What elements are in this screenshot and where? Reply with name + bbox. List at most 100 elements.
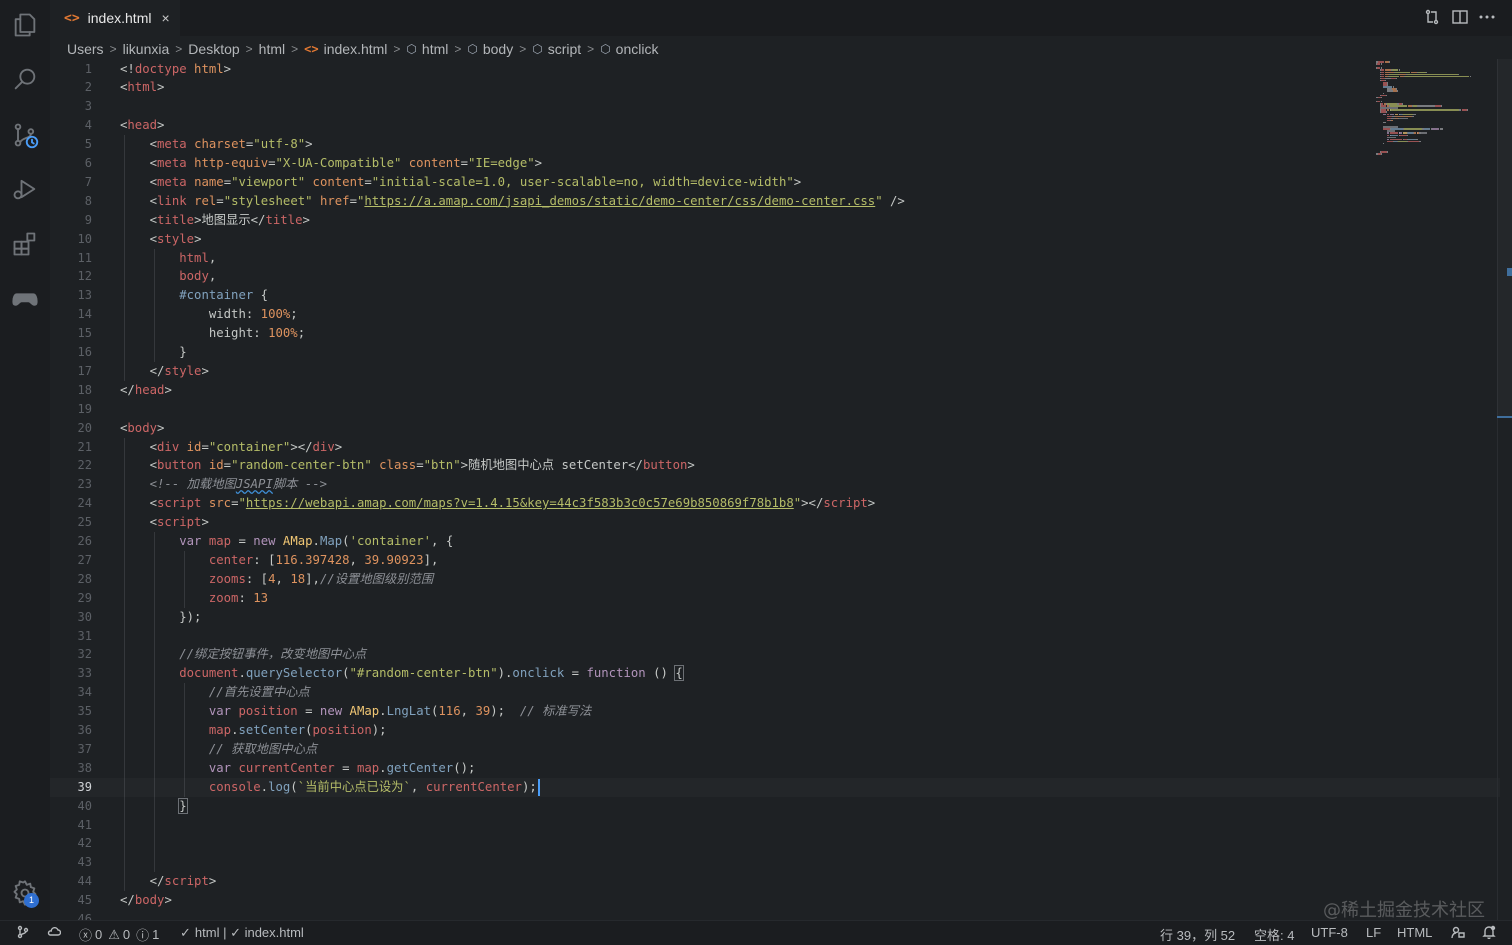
code-text: <button id="random-center-btn" class="bt… [120, 458, 695, 473]
code-line[interactable]: 14 width: 100%; [50, 305, 1500, 324]
more-actions-icon[interactable] [1478, 8, 1498, 28]
code-line[interactable]: 40 } [50, 797, 1500, 816]
code-line[interactable]: 37 // 获取地图中心点 [50, 740, 1500, 759]
language-status[interactable]: ✓ html | ✓ index.html [180, 925, 304, 941]
minimap-token [1388, 61, 1390, 63]
activity-bar: 1 [0, 0, 50, 920]
breadcrumb-item-likunxia[interactable]: likunxia [123, 41, 170, 57]
line-number: 15 [77, 326, 92, 341]
indentation[interactable]: 空格: 4 [1254, 925, 1294, 944]
git-branch-icon[interactable] [16, 925, 30, 939]
code-line[interactable]: 44 </script> [50, 872, 1500, 891]
notifications-bell-icon[interactable] [1482, 925, 1496, 939]
line-number: 44 [77, 874, 92, 889]
code-line[interactable]: 21 <div id="container"></div> [50, 438, 1500, 457]
code-line[interactable]: 24 <script src="https://webapi.amap.com/… [50, 494, 1500, 513]
end-of-line[interactable]: LF [1366, 925, 1381, 940]
code-line[interactable]: 1 <!doctype html> [50, 60, 1500, 79]
minimap-token [1383, 142, 1385, 145]
breadcrumb-item-onclick[interactable]: onclick [616, 41, 659, 57]
minimap-token [1423, 128, 1430, 130]
code-line[interactable]: 8 <link rel="stylesheet" href="https://a… [50, 192, 1500, 211]
code-line[interactable]: 27 center: [116.397428, 39.90923], [50, 551, 1500, 570]
code-line[interactable]: 39 console.log(`当前中心点已设为`, currentCenter… [50, 778, 1500, 797]
tab-index-html[interactable]: <> index.html × [50, 0, 180, 36]
code-line[interactable]: 2 <html> [50, 78, 1500, 97]
code-line[interactable]: 33 document.querySelector("#random-cente… [50, 664, 1500, 683]
language-mode[interactable]: HTML [1397, 925, 1432, 940]
breadcrumb-separator: > [393, 42, 401, 56]
gamepad-icon[interactable] [10, 284, 40, 314]
code-line[interactable]: 35 var position = new AMap.LngLat(116, 3… [50, 702, 1500, 721]
code-text: <meta charset="utf-8"> [120, 137, 313, 152]
code-editor[interactable]: 1 <!doctype html> 2 <html> 3 4 <head> 5 <meta c… [50, 59, 1500, 921]
code-line[interactable]: 13 #container { [50, 286, 1500, 305]
breadcrumb-item-desktop[interactable]: Desktop [188, 41, 239, 57]
code-line[interactable]: 11 html, [50, 249, 1500, 268]
code-line[interactable]: 22 <button id="random-center-btn" class=… [50, 456, 1500, 475]
code-line[interactable]: 16 } [50, 343, 1500, 362]
code-text: }); [120, 609, 202, 624]
source-control-icon[interactable] [10, 120, 40, 150]
breadcrumb-item-html-element[interactable]: html [422, 41, 448, 57]
code-line[interactable]: 46 [50, 910, 1500, 920]
info-icon: ⓘ [136, 928, 150, 943]
code-line[interactable]: 36 map.setCenter(position); [50, 721, 1500, 740]
feedback-icon[interactable] [1451, 925, 1465, 939]
code-line[interactable]: 32 //绑定按钮事件，改变地图中心点 [50, 645, 1500, 664]
minimap[interactable] [1372, 59, 1498, 169]
problems-summary[interactable]: ⓧ 0 ⚠ 0 ⓘ 1 [79, 925, 159, 944]
breadcrumb-separator: > [291, 42, 299, 56]
code-line[interactable]: 4 <head> [50, 116, 1500, 135]
minimap-token [1385, 94, 1387, 97]
code-line[interactable]: 18 </head> [50, 381, 1500, 400]
code-text: console.log(`当前中心点已设为`, currentCenter); [208, 779, 537, 794]
minimap-token [1383, 113, 1386, 116]
code-line[interactable]: 6 <meta http-equiv="X-UA-Compatible" con… [50, 154, 1500, 173]
code-line[interactable]: 38 var currentCenter = map.getCenter(); [50, 759, 1500, 778]
code-line[interactable]: 10 <style> [50, 230, 1500, 249]
code-line[interactable]: 15 height: 100%; [50, 324, 1500, 343]
breadcrumb-item-index-html[interactable]: index.html [324, 41, 388, 57]
breadcrumb-item-script[interactable]: script [548, 41, 581, 57]
extensions-icon[interactable] [10, 229, 40, 259]
code-line[interactable]: 26 var map = new AMap.Map('container', { [50, 532, 1500, 551]
code-line[interactable]: 45 </body> [50, 891, 1500, 910]
code-line[interactable]: 5 <meta charset="utf-8"> [50, 135, 1500, 154]
code-line[interactable]: 30 }); [50, 608, 1500, 627]
breadcrumb-item-body[interactable]: body [483, 41, 513, 57]
line-number: 10 [77, 231, 92, 246]
code-line[interactable]: 7 <meta name="viewport" content="initial… [50, 173, 1500, 192]
code-line[interactable]: 20 <body> [50, 419, 1500, 438]
scrollbar-thumb[interactable] [1497, 59, 1512, 417]
sync-cloud-icon[interactable] [47, 925, 61, 939]
search-icon[interactable] [10, 64, 40, 94]
code-line[interactable]: 29 zoom: 13 [50, 589, 1500, 608]
code-line[interactable]: 34 //首先设置中心点 [50, 683, 1500, 702]
code-line[interactable]: 42 [50, 834, 1500, 853]
code-line[interactable]: 12 body, [50, 267, 1500, 286]
minimap-token [1440, 105, 1442, 107]
code-text: html, [179, 250, 217, 265]
code-line[interactable]: 31 [50, 627, 1500, 646]
split-editor-icon[interactable] [1451, 8, 1471, 28]
code-line[interactable]: 25 <script> [50, 513, 1500, 532]
code-line[interactable]: 9 <title>地图显示</title> [50, 211, 1500, 230]
run-debug-icon[interactable] [10, 174, 40, 204]
code-line[interactable]: 3 [50, 97, 1500, 116]
code-line[interactable]: 17 </style> [50, 362, 1500, 381]
breadcrumb-item-html-folder[interactable]: html [259, 41, 285, 57]
code-text: height: 100%; [120, 326, 306, 341]
encoding[interactable]: UTF-8 [1311, 925, 1348, 940]
compare-changes-icon[interactable] [1423, 8, 1443, 28]
explorer-icon[interactable] [10, 10, 40, 40]
code-line[interactable]: 19 [50, 400, 1500, 419]
close-icon[interactable]: × [161, 10, 169, 26]
code-line[interactable]: 41 [50, 816, 1500, 835]
code-line[interactable]: 28 zooms: [4, 18],//设置地图级别范围 [50, 570, 1500, 589]
code-line[interactable]: 43 [50, 853, 1500, 872]
settings-gear-icon[interactable]: 1 [10, 878, 40, 908]
code-line[interactable]: 23 <!-- 加载地图JSAPI脚本 --> [50, 475, 1500, 494]
breadcrumb-item-users[interactable]: Users [67, 41, 104, 57]
cursor-position[interactable]: 行 39，列 52 [1160, 925, 1235, 944]
